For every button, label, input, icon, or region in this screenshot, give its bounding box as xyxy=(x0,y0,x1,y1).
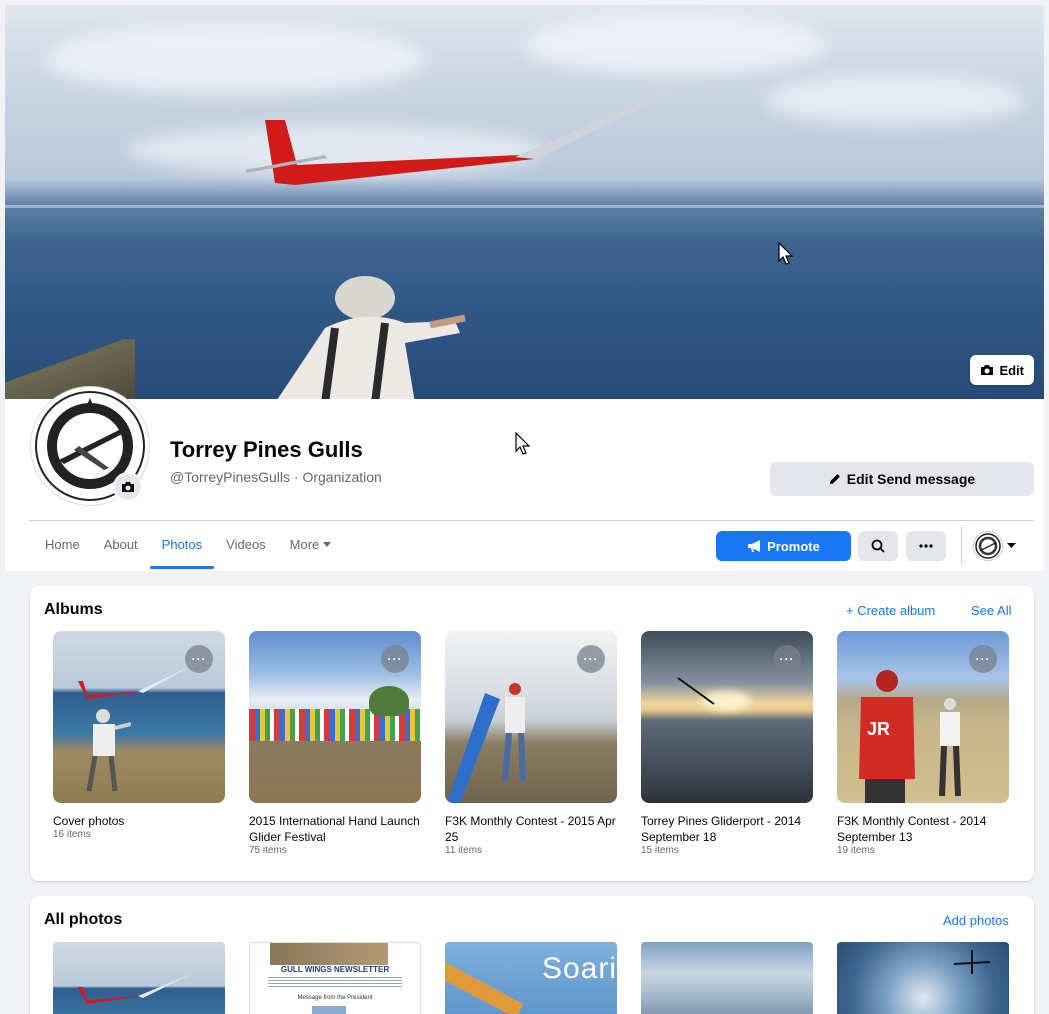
newsletter-header-image xyxy=(270,943,388,965)
album-count: 15 items xyxy=(641,845,679,856)
pilot-illustration xyxy=(277,276,466,399)
albums-section: Albums + Create album See All ··· Cover … xyxy=(30,586,1034,881)
pilot-red-shirt-illustration: JR xyxy=(859,670,915,803)
pilot-illustration xyxy=(502,683,526,782)
edit-cover-button[interactable]: Edit xyxy=(970,355,1034,385)
newsletter-body-lines xyxy=(268,977,402,989)
album-options-button[interactable]: ··· xyxy=(577,645,605,673)
photo-thumbnail[interactable] xyxy=(53,942,225,1014)
album-count: 16 items xyxy=(53,829,91,840)
page-header: Torrey Pines Gulls @TorreyPinesGulls · O… xyxy=(5,387,1044,571)
megaphone-icon xyxy=(748,540,761,552)
photo-thumbnail[interactable]: GULL WINGS NEWSLETTER Message from the P… xyxy=(249,942,421,1014)
album-name[interactable]: F3K Monthly Contest - 2014 September 13 xyxy=(837,813,1009,845)
gulls-logo xyxy=(975,533,1001,559)
glider-illustration xyxy=(78,666,191,699)
camera-icon xyxy=(981,365,994,375)
photo-thumbnail[interactable] xyxy=(837,942,1009,1014)
edit-send-label: Edit Send message xyxy=(846,471,976,487)
album-thumbnail[interactable]: ··· xyxy=(445,631,617,803)
all-photos-title: All photos xyxy=(44,911,123,928)
tab-photos[interactable]: Photos xyxy=(149,521,215,569)
album-thumbnail[interactable]: ··· xyxy=(53,631,225,803)
album-card[interactable]: ··· F3K Monthly Contest - 2015 Apr 25 11… xyxy=(445,631,617,856)
magazine-title: Soari xyxy=(541,952,617,985)
album-options-button[interactable]: ··· xyxy=(773,645,801,673)
tab-label: Home xyxy=(45,537,80,552)
tab-more[interactable]: More xyxy=(278,521,344,569)
magazine-stripe xyxy=(445,961,524,1014)
album-name[interactable]: Cover photos xyxy=(53,813,225,829)
camera-icon xyxy=(122,482,134,492)
newsletter-subtitle: Message from the President xyxy=(297,995,373,1001)
album-name[interactable]: Torrey Pines Gliderport - 2014 September… xyxy=(641,813,813,845)
albums-title: Albums xyxy=(44,601,103,618)
page-subtitle: @TorreyPinesGulls · Organization xyxy=(170,469,382,485)
pencil-icon xyxy=(829,474,840,484)
album-card[interactable]: ··· Torrey Pines Gliderport - 2014 Septe… xyxy=(641,631,813,856)
album-options-button[interactable]: ··· xyxy=(381,645,409,673)
album-count: 19 items xyxy=(837,845,875,856)
promote-label: Promote xyxy=(767,538,820,554)
album-card[interactable]: JR ··· F3K Monthly Contest - 2014 Septem… xyxy=(837,631,1009,856)
album-card[interactable]: ··· Cover photos 16 items xyxy=(53,631,225,840)
album-thumbnail[interactable]: ··· xyxy=(249,631,421,803)
glider-illustration xyxy=(245,90,673,185)
pilot-illustration xyxy=(939,698,961,797)
more-options-button[interactable] xyxy=(906,531,946,561)
page-tabs: Home About Photos Videos More xyxy=(33,521,343,569)
tab-videos[interactable]: Videos xyxy=(214,521,278,569)
page-title: Torrey Pines Gulls xyxy=(170,437,363,462)
cover-photo[interactable]: Edit xyxy=(5,5,1044,399)
tab-label: About xyxy=(103,537,138,552)
photo-thumbnail[interactable] xyxy=(641,942,813,1014)
see-all-link[interactable]: See All xyxy=(971,603,1011,618)
account-avatar xyxy=(973,531,1003,561)
album-name[interactable]: F3K Monthly Contest - 2015 Apr 25 xyxy=(445,813,617,845)
change-profile-picture-button[interactable] xyxy=(113,472,143,502)
tree-illustration xyxy=(369,686,409,716)
album-count: 75 items xyxy=(249,845,287,856)
svg-text:JR: JR xyxy=(867,719,890,739)
album-name[interactable]: 2015 International Hand Launch Glider Fe… xyxy=(249,813,421,845)
search-button[interactable] xyxy=(858,531,898,561)
glider-illustration xyxy=(78,974,191,1004)
edit-cover-label: Edit xyxy=(999,362,1024,378)
tab-label: More xyxy=(289,537,320,552)
edit-send-message-button[interactable]: Edit Send message xyxy=(770,462,1034,496)
search-icon xyxy=(871,539,885,553)
account-switcher[interactable] xyxy=(973,531,1016,561)
album-card[interactable]: ··· 2015 International Hand Launch Glide… xyxy=(249,631,421,856)
tab-label: Photos xyxy=(161,537,203,552)
album-thumbnail[interactable]: ··· xyxy=(641,631,813,803)
caret-down-icon xyxy=(1007,543,1016,548)
tab-home[interactable]: Home xyxy=(33,521,92,569)
glider-illustration xyxy=(677,677,715,705)
add-photos-link[interactable]: Add photos xyxy=(943,913,1009,928)
mouse-cursor-icon xyxy=(515,432,531,455)
toolbar-separator xyxy=(961,527,962,565)
album-thumbnail[interactable]: JR ··· xyxy=(837,631,1009,803)
pilot-illustration xyxy=(86,709,131,792)
newsletter-photo xyxy=(312,1006,346,1014)
album-count: 11 items xyxy=(445,845,483,856)
glider-illustration xyxy=(953,950,991,974)
newsletter-title: GULL WINGS NEWSLETTER xyxy=(280,965,390,974)
album-options-button[interactable]: ··· xyxy=(969,645,997,673)
ellipsis-icon xyxy=(919,544,933,548)
create-album-link[interactable]: + Create album xyxy=(846,603,935,618)
tab-label: Videos xyxy=(226,537,266,552)
tab-about[interactable]: About xyxy=(92,521,150,569)
album-options-button[interactable]: ··· xyxy=(185,645,213,673)
photo-thumbnail[interactable]: Soari xyxy=(445,942,617,1014)
caret-down-icon xyxy=(323,542,332,547)
promote-button[interactable]: Promote xyxy=(716,531,851,561)
all-photos-section: All photos Add photos GULL WINGS NEWSLET… xyxy=(30,896,1034,1014)
mouse-cursor-icon xyxy=(778,242,794,265)
